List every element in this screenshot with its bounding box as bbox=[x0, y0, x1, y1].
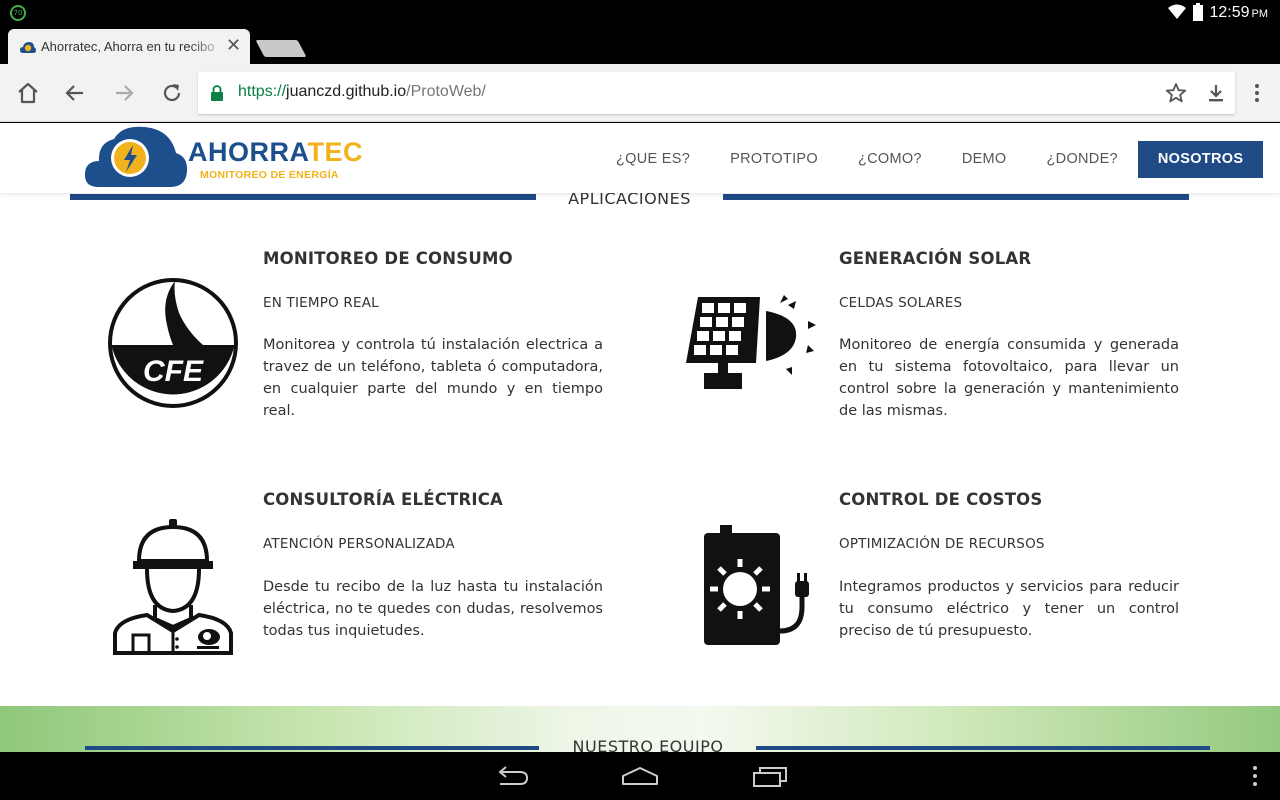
battery-icon bbox=[1193, 3, 1204, 21]
favicon-icon bbox=[20, 42, 36, 53]
android-status-bar: 70 12:59 PM bbox=[0, 0, 1280, 26]
home-icon[interactable] bbox=[15, 80, 41, 106]
close-tab-icon[interactable]: ✕ bbox=[226, 37, 241, 55]
solar-battery-icon bbox=[704, 525, 809, 645]
feature-body: Integramos productos y servicios para re… bbox=[839, 579, 1179, 639]
lock-icon bbox=[211, 85, 223, 101]
team-title: NUESTRO EQUIPO bbox=[572, 737, 724, 752]
tab-strip: Ahorratec, Ahorra en tu recibo ✕ bbox=[0, 26, 1280, 65]
team-divider-left bbox=[85, 746, 539, 750]
logo-subtitle: MONITOREO DE ENERGÍA bbox=[200, 169, 339, 181]
address-bar[interactable]: https://juanczd.github.io/ProtoWeb/ bbox=[198, 72, 1235, 114]
web-page: AHORRATEC MONITOREO DE ENERGÍA ¿QUE ES? … bbox=[0, 123, 1280, 752]
url-scheme: https:// bbox=[238, 83, 287, 100]
feature-subtitle: ATENCIÓN PERSONALIZADA bbox=[263, 536, 455, 552]
browser-tab[interactable]: Ahorratec, Ahorra en tu recibo ✕ bbox=[8, 29, 250, 65]
site-nav-menu: ¿QUE ES? PROTOTIPO ¿COMO? DEMO ¿DONDE? N… bbox=[596, 141, 1264, 178]
recents-icon[interactable] bbox=[752, 764, 788, 788]
feature-consultoria: CONSULTORÍA ELÉCTRICA ATENCIÓN PERSONALI… bbox=[0, 363, 640, 663]
bookmark-star-icon[interactable] bbox=[1165, 82, 1187, 104]
feature-title: GENERACIÓN SOLAR bbox=[839, 249, 1032, 268]
nav-demo[interactable]: DEMO bbox=[942, 141, 1027, 178]
android-nav-bar bbox=[0, 752, 1280, 800]
team-divider-right bbox=[756, 746, 1210, 750]
wifi-icon bbox=[1168, 4, 1187, 19]
nav-nosotros[interactable]: NOSOTROS bbox=[1137, 141, 1264, 178]
url-host: juanczd.github.io bbox=[286, 83, 407, 100]
browser-toolbar: https://juanczd.github.io/ProtoWeb/ bbox=[0, 64, 1280, 122]
electrician-icon bbox=[113, 519, 233, 655]
overflow-menu-icon[interactable] bbox=[1250, 764, 1260, 788]
nav-donde[interactable]: ¿DONDE? bbox=[1027, 141, 1138, 178]
team-section: NUESTRO EQUIPO bbox=[0, 706, 1280, 752]
nav-que-es[interactable]: ¿QUE ES? bbox=[596, 141, 710, 178]
feature-subtitle: EN TIEMPO REAL bbox=[263, 295, 379, 311]
download-icon[interactable] bbox=[1205, 82, 1227, 104]
clock-ampm: PM bbox=[1251, 8, 1269, 20]
notification-badge-icon: 70 bbox=[10, 5, 26, 21]
url-path: /ProtoWeb/ bbox=[406, 83, 486, 100]
feature-subtitle: OPTIMIZACIÓN DE RECURSOS bbox=[839, 536, 1045, 552]
new-tab-button[interactable] bbox=[255, 40, 307, 57]
feature-costos: CONTROL DE COSTOS OPTIMIZACIÓN DE RECURS… bbox=[640, 363, 1280, 663]
nav-prototipo[interactable]: PROTOTIPO bbox=[710, 141, 838, 178]
url-text: https://juanczd.github.io/ProtoWeb/ bbox=[238, 83, 486, 101]
feature-subtitle: CELDAS SOLARES bbox=[839, 295, 963, 311]
ahorratec-logo[interactable]: AHORRATEC MONITOREO DE ENERGÍA bbox=[84, 125, 364, 191]
forward-arrow-icon[interactable] bbox=[111, 80, 137, 106]
feature-title: CONSULTORÍA ELÉCTRICA bbox=[263, 490, 503, 509]
back-icon[interactable] bbox=[494, 764, 530, 788]
reload-icon[interactable] bbox=[159, 80, 185, 106]
more-menu-icon[interactable] bbox=[1248, 82, 1266, 104]
feature-title: CONTROL DE COSTOS bbox=[839, 490, 1043, 509]
clock-time: 12:59 bbox=[1209, 4, 1250, 21]
home-nav-icon[interactable] bbox=[621, 764, 659, 788]
cloud-bolt-logo-icon bbox=[84, 126, 188, 187]
back-arrow-icon[interactable] bbox=[62, 80, 88, 106]
nav-como[interactable]: ¿COMO? bbox=[838, 141, 942, 178]
logo-wordmark: AHORRATEC bbox=[188, 137, 363, 167]
site-navbar: AHORRATEC MONITOREO DE ENERGÍA ¿QUE ES? … bbox=[0, 123, 1280, 193]
feature-body: Desde tu recibo de la luz hasta tu insta… bbox=[263, 579, 603, 639]
feature-title: MONITOREO DE CONSUMO bbox=[263, 249, 513, 268]
